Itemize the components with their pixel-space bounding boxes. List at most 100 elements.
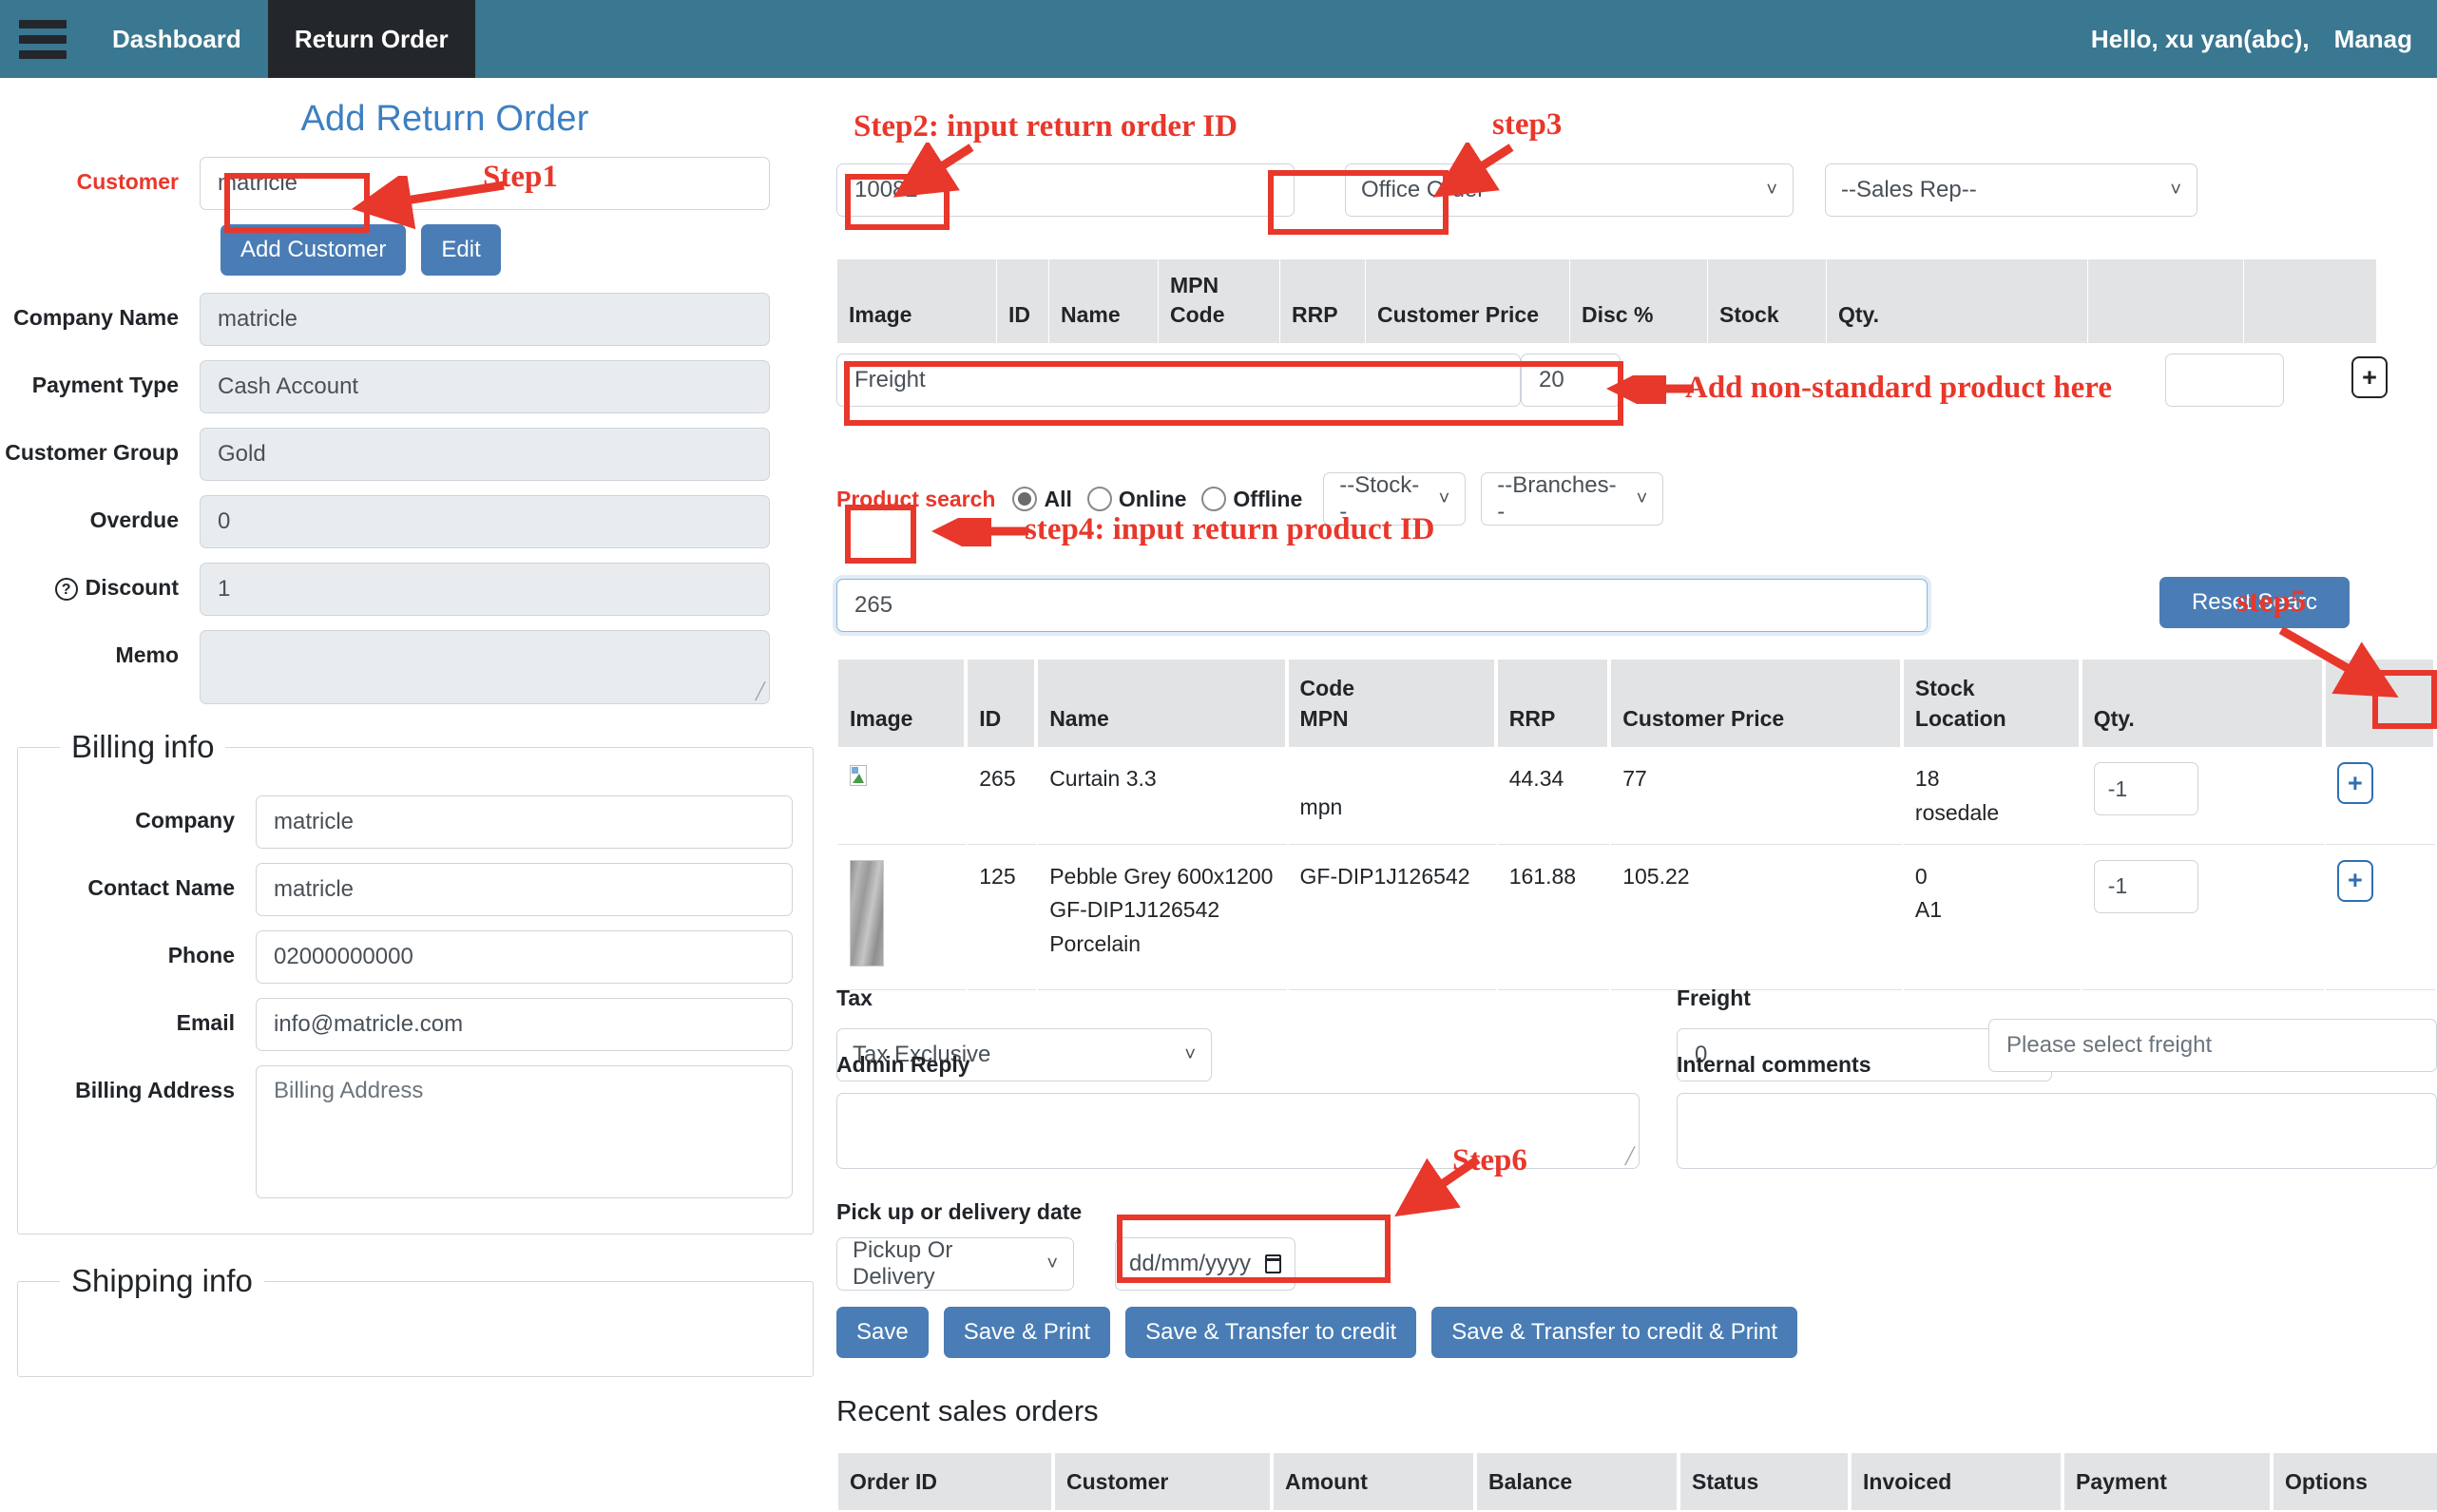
- row0-qty-input[interactable]: -1: [2093, 762, 2198, 816]
- row0-id[interactable]: 265: [968, 749, 1037, 845]
- res-th-id: ID: [968, 660, 1037, 748]
- company-name-input[interactable]: matricle: [200, 293, 770, 346]
- row1-qty-input[interactable]: -1: [2093, 859, 2198, 913]
- overdue-input[interactable]: 0: [200, 495, 770, 548]
- customer-panel: Add Return Order Customer matricle Add C…: [0, 78, 836, 1427]
- order-type-select[interactable]: Office Order ˅: [1345, 163, 1794, 217]
- add-customer-button[interactable]: Add Customer: [221, 224, 407, 276]
- chevron-down-icon: ˅: [2170, 179, 2181, 201]
- billing-company-input[interactable]: matricle: [256, 795, 793, 849]
- discount-input[interactable]: 1: [200, 563, 770, 616]
- freight-name-input[interactable]: Freight: [836, 354, 1521, 407]
- table-row: 125 Pebble Grey 600x1200 GF-DIP1J126542 …: [838, 847, 2435, 991]
- internal-comments-textarea[interactable]: [1677, 1093, 2437, 1169]
- row1-code-mpn: GF-DIP1J126542: [1288, 847, 1496, 991]
- sales-rep-select[interactable]: --Sales Rep-- ˅: [1825, 163, 2197, 217]
- company-name-label: Company Name: [13, 305, 179, 330]
- cart-table: Image ID Name MPN Code RRP Customer Pric…: [836, 258, 2377, 345]
- save-and-print-button[interactable]: Save & Print: [943, 1307, 1111, 1358]
- broken-image-icon: [850, 765, 867, 787]
- row0-code: [1300, 762, 1485, 791]
- chevron-down-icon: ˅: [1766, 179, 1777, 201]
- payment-type-input[interactable]: Cash Account: [200, 360, 770, 413]
- discount-row: ? Discount 1: [0, 563, 836, 616]
- row1-image-cell: [838, 847, 967, 991]
- radio-all-label: All: [1044, 486, 1072, 511]
- help-question-icon[interactable]: ?: [54, 578, 78, 601]
- memo-textarea[interactable]: ╱: [200, 630, 770, 704]
- save-transfer-credit-button[interactable]: Save & Transfer to credit: [1125, 1307, 1417, 1358]
- row1-stock-location: 0 A1: [1903, 847, 2081, 991]
- radio-offline[interactable]: [1201, 487, 1227, 511]
- shipping-info-legend: Shipping info: [71, 1263, 253, 1298]
- hamburger-icon[interactable]: [0, 0, 86, 78]
- resize-grip-icon[interactable]: ╱: [1625, 1147, 1635, 1166]
- billing-email-label: Email: [176, 1010, 235, 1035]
- order-panel: 10082 Office Order ˅ --Sales Rep-- ˅ Ima…: [836, 78, 2437, 1511]
- res-th-rrp: RRP: [1497, 660, 1610, 748]
- res-th-name: Name: [1038, 660, 1287, 748]
- customer-buttons: Add Customer Edit: [221, 224, 836, 276]
- cart-table-header-row: Image ID Name MPN Code RRP Customer Pric…: [836, 258, 2377, 345]
- billing-phone-input[interactable]: 02000000000: [256, 930, 793, 984]
- recent-th-payment: Payment: [2064, 1453, 2272, 1511]
- cart-th-rrp: RRP: [1279, 258, 1366, 345]
- freight-price-input[interactable]: 20: [1521, 354, 1621, 407]
- row0-stock: 18: [1914, 766, 1940, 792]
- billing-info-legend: Billing info: [71, 729, 215, 764]
- row0-image-cell: [838, 749, 967, 845]
- save-transfer-credit-print-button[interactable]: Save & Transfer to credit & Print: [1431, 1307, 1798, 1358]
- results-header-row: Image ID Name Code MPN RRP Customer Pric…: [838, 660, 2435, 748]
- res-th-qty: Qty.: [2082, 660, 2324, 748]
- billing-contact-input[interactable]: matricle: [256, 863, 793, 916]
- pickup-select[interactable]: Pickup Or Delivery ˅: [836, 1237, 1074, 1291]
- overdue-label: Overdue: [89, 507, 179, 532]
- row0-qty-cell: -1: [2082, 749, 2324, 845]
- discount-label: ? Discount: [0, 563, 200, 601]
- memo-row: Memo ╱: [0, 630, 836, 704]
- calendar-icon[interactable]: [1265, 1254, 1281, 1273]
- radio-online[interactable]: [1086, 487, 1112, 511]
- add-product-button[interactable]: +: [2336, 762, 2373, 805]
- cart-th-qty: Qty.: [1826, 258, 2088, 345]
- order-id-input[interactable]: 10082: [836, 163, 1295, 217]
- billing-address-textarea[interactable]: Billing Address: [256, 1065, 793, 1198]
- res-th-action: [2325, 660, 2435, 748]
- action-buttons: Save Save & Print Save & Transfer to cre…: [836, 1307, 1798, 1358]
- product-search-label: Product search: [836, 486, 996, 511]
- role-text: Manag: [2333, 24, 2412, 53]
- cart-th-image: Image: [836, 258, 997, 345]
- pickup-date-placeholder: dd/mm/yyyy: [1129, 1251, 1252, 1276]
- resize-grip-icon[interactable]: ╱: [756, 682, 765, 701]
- res-th-customer-price: Customer Price: [1611, 660, 1902, 748]
- cart-th-name: Name: [1048, 258, 1159, 345]
- billing-email-input[interactable]: info@matricle.com: [256, 998, 793, 1051]
- freight-label: Freight: [1677, 986, 1751, 1010]
- freight-qty-input[interactable]: [2165, 354, 2284, 407]
- freight-select[interactable]: Please select freight: [1988, 1019, 2437, 1072]
- add-nonstandard-product-button[interactable]: +: [2351, 356, 2388, 398]
- row1-id[interactable]: 125: [968, 847, 1037, 991]
- row0-customer-price: 77: [1611, 749, 1902, 845]
- nav-link-return-order[interactable]: Return Order: [267, 0, 475, 78]
- pickup-label: Pick up or delivery date: [836, 1199, 1083, 1224]
- branches-select[interactable]: --Branches-- ˅: [1481, 472, 1664, 526]
- add-product-button[interactable]: +: [2336, 859, 2373, 902]
- radio-all[interactable]: [1012, 487, 1038, 511]
- greeting-text: Hello, xu yan(abc),: [2090, 24, 2310, 53]
- cart-th-blank2: [2243, 258, 2377, 345]
- memo-label: Memo: [115, 642, 179, 667]
- top-navbar: Dashboard Return Order Hello, xu yan(abc…: [0, 0, 2437, 78]
- tax-label: Tax: [836, 986, 873, 1010]
- customer-group-input[interactable]: Gold: [200, 428, 770, 481]
- row1-rrp: 161.88: [1497, 847, 1610, 991]
- edit-customer-button[interactable]: Edit: [421, 224, 501, 276]
- res-th-stock-location: Stock Location: [1903, 660, 2081, 748]
- save-button[interactable]: Save: [836, 1307, 929, 1358]
- pickup-date-input[interactable]: dd/mm/yyyy: [1115, 1237, 1295, 1291]
- res-th-image: Image: [838, 660, 967, 748]
- product-search-input[interactable]: 265: [836, 579, 1928, 632]
- nav-link-dashboard[interactable]: Dashboard: [86, 0, 268, 78]
- sales-rep-value: --Sales Rep--: [1841, 177, 1977, 202]
- row0-code-mpn: mpn: [1288, 749, 1496, 845]
